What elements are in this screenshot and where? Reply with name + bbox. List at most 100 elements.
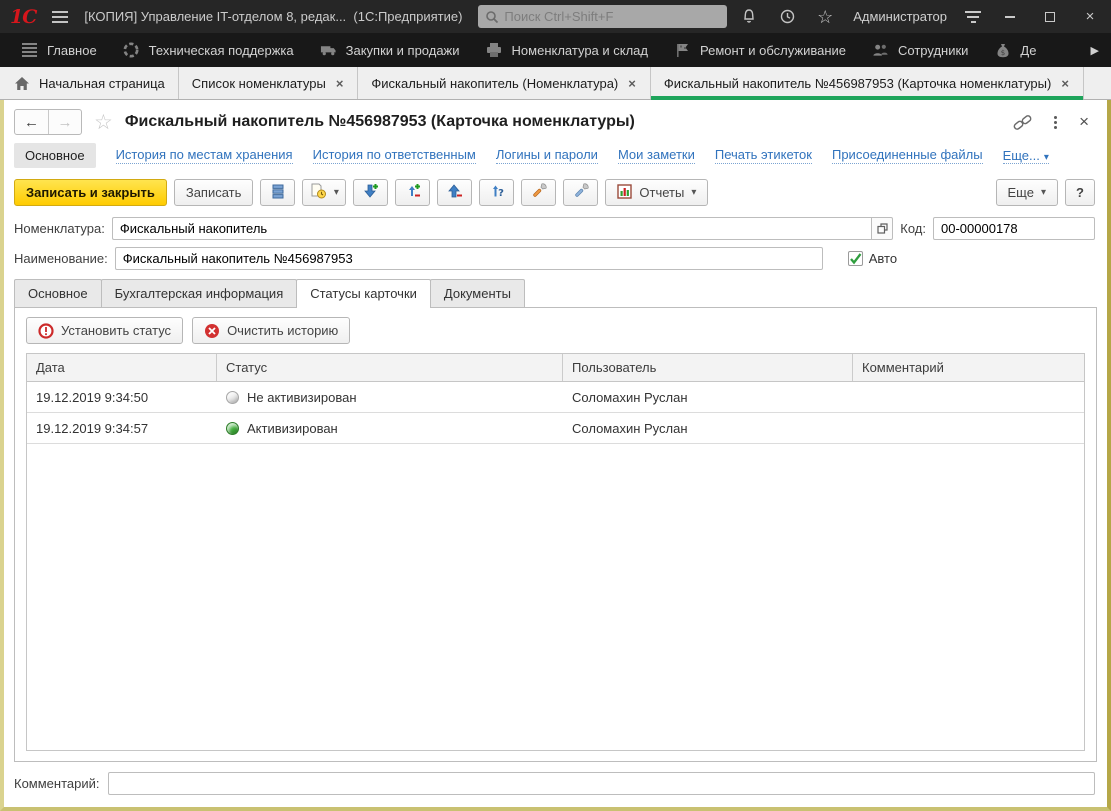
menu-item-employees[interactable]: Сотрудники: [859, 33, 981, 67]
cell-status: Активизирован: [217, 421, 563, 436]
name-input[interactable]: [115, 247, 823, 270]
history-icon[interactable]: [777, 7, 797, 27]
tab-close-icon[interactable]: ×: [335, 76, 345, 91]
people-icon: [872, 42, 889, 59]
change-history-button[interactable]: [260, 179, 295, 206]
settings-blue-button[interactable]: [563, 179, 598, 206]
cell-status: Не активизирован: [217, 390, 563, 405]
menu-item-main[interactable]: Главное: [8, 33, 110, 67]
settings-orange-button[interactable]: [521, 179, 556, 206]
titlebar-controls: ☆ Администратор ×: [739, 7, 1101, 27]
save-close-button[interactable]: Записать и закрыть: [14, 179, 167, 206]
scheduled-doc-button[interactable]: ▾: [302, 179, 346, 206]
favorites-star-icon[interactable]: ☆: [815, 7, 835, 27]
tab-close-icon[interactable]: ×: [627, 76, 637, 91]
reorder-add-remove-button[interactable]: [395, 179, 430, 206]
tab-label: Список номенклатуры: [192, 76, 326, 91]
menu-item-money[interactable]: $ Де: [981, 33, 1049, 67]
nomenclature-input[interactable]: [112, 217, 871, 240]
menu-item-maintenance[interactable]: Ремонт и обслуживание: [661, 33, 859, 67]
window-title: [КОПИЯ] Управление IT-отделом 8, редак..…: [84, 9, 462, 24]
nav-link-main[interactable]: Основное: [14, 143, 96, 168]
column-header-date[interactable]: Дата: [27, 354, 217, 381]
menu-label: Номенклатура и склад: [512, 43, 648, 58]
maximize-button[interactable]: [1039, 7, 1061, 27]
nav-link-storage-history[interactable]: История по местам хранения: [116, 147, 293, 164]
nav-link-notes[interactable]: Мои заметки: [618, 147, 695, 164]
table-row[interactable]: 19.12.2019 9:34:57 Активизирован Соломах…: [27, 413, 1084, 444]
inner-tab-accounting[interactable]: Бухгалтерская информация: [101, 279, 298, 307]
inner-tab-card-statuses[interactable]: Статусы карточки: [296, 279, 431, 308]
order-help-button[interactable]: ?: [479, 179, 514, 206]
stack-icon: [272, 184, 284, 202]
search-icon: [484, 9, 499, 24]
connection-status-icon[interactable]: [965, 11, 981, 23]
sections-menubar: Главное Техническая поддержка Закупки и …: [0, 33, 1111, 67]
more-label: Еще: [1008, 185, 1034, 200]
document-clock-icon: [310, 183, 327, 202]
form-title: Фискальный накопитель №456987953 (Карточ…: [125, 113, 635, 131]
tab-home[interactable]: Начальная страница: [0, 67, 179, 99]
auto-checkbox[interactable]: Авто: [848, 251, 897, 266]
report-chart-icon: [617, 184, 632, 202]
inner-tab-documents[interactable]: Документы: [430, 279, 525, 307]
chevron-down-icon: ▾: [334, 187, 339, 198]
window-close-button[interactable]: ×: [1079, 7, 1101, 27]
forward-button[interactable]: →: [48, 110, 81, 134]
column-header-user[interactable]: Пользователь: [563, 354, 853, 381]
form-close-button[interactable]: ×: [1079, 112, 1089, 132]
nav-link-logins[interactable]: Логины и пароли: [496, 147, 598, 164]
back-button[interactable]: ←: [15, 110, 48, 134]
get-link-icon[interactable]: [1012, 112, 1032, 132]
menu-item-nomenclature[interactable]: Номенклатура и склад: [473, 33, 661, 67]
menu-item-purchases[interactable]: Закупки и продажи: [307, 33, 473, 67]
move-up-remove-button[interactable]: [437, 179, 472, 206]
search-input[interactable]: [504, 9, 721, 24]
set-status-button[interactable]: Установить статус: [26, 317, 183, 344]
nav-link-labels[interactable]: Печать этикеток: [715, 147, 812, 164]
main-menu-icon[interactable]: [48, 7, 72, 27]
cell-date: 19.12.2019 9:34:50: [27, 390, 217, 405]
notifications-bell-icon[interactable]: [739, 7, 759, 27]
clear-history-label: Очистить историю: [227, 323, 338, 338]
nomenclature-label: Номенклатура:: [14, 221, 105, 236]
status-ball-icon: [226, 422, 239, 435]
set-status-label: Установить статус: [61, 323, 171, 338]
clear-history-button[interactable]: Очистить историю: [192, 317, 350, 344]
tab-close-icon[interactable]: ×: [1060, 76, 1070, 91]
nav-more-button[interactable]: Еще...▾: [1003, 148, 1049, 164]
form-header: ← → ☆ Фискальный накопитель №456987953 (…: [4, 100, 1107, 140]
tab-fiscal-drive-card[interactable]: Фискальный накопитель №456987953 (Карточ…: [651, 67, 1084, 99]
column-header-status[interactable]: Статус: [217, 354, 563, 381]
column-header-comment[interactable]: Комментарий: [853, 354, 1084, 381]
move-down-add-button[interactable]: [353, 179, 388, 206]
name-label: Наименование:: [14, 251, 108, 266]
reports-button[interactable]: Отчеты ▾: [605, 179, 708, 206]
table-row[interactable]: 19.12.2019 9:34:50 Не активизирован Соло…: [27, 382, 1084, 413]
menu-item-support[interactable]: Техническая поддержка: [110, 33, 307, 67]
form-header-controls: ×: [1012, 112, 1095, 132]
comment-field-row: Комментарий:: [4, 762, 1107, 807]
nav-link-responsible-history[interactable]: История по ответственным: [313, 147, 476, 164]
inner-tab-main[interactable]: Основное: [14, 279, 102, 307]
printer-icon: [486, 42, 503, 59]
tab-fiscal-drive-item[interactable]: Фискальный накопитель (Номенклатура) ×: [358, 67, 650, 99]
more-options-dots-icon[interactable]: [1052, 114, 1059, 131]
sections-icon: [21, 42, 38, 59]
comment-input[interactable]: [108, 772, 1096, 795]
favorite-star-icon[interactable]: ☆: [94, 112, 113, 133]
arrows-question-icon: ?: [489, 183, 505, 202]
help-button[interactable]: ?: [1065, 179, 1095, 206]
save-button[interactable]: Записать: [174, 179, 254, 206]
more-button[interactable]: Еще ▾: [996, 179, 1058, 206]
nav-link-attached-files[interactable]: Присоединенные файлы: [832, 147, 983, 164]
global-search[interactable]: [478, 5, 727, 28]
minimize-button[interactable]: [999, 7, 1021, 27]
window-titlebar: 1С [КОПИЯ] Управление IT-отделом 8, реда…: [0, 0, 1111, 33]
current-user[interactable]: Администратор: [853, 9, 947, 24]
open-ref-button[interactable]: [871, 217, 893, 240]
code-input[interactable]: [933, 217, 1095, 240]
menu-overflow-arrow[interactable]: ▶: [1087, 44, 1103, 57]
tab-nomenclature-list[interactable]: Список номенклатуры ×: [179, 67, 359, 99]
name-field-row: Наименование: Авто: [4, 244, 1107, 274]
